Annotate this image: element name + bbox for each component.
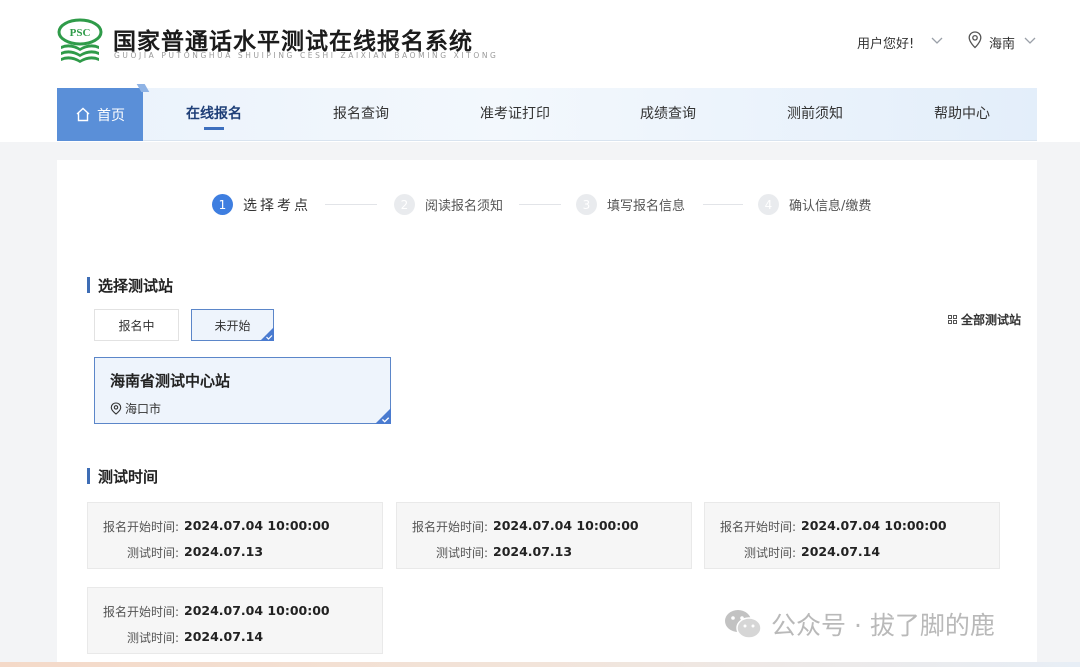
step-number: 2 [394,194,415,215]
step-confirm-pay: 4 确认信息/缴费 [758,194,871,215]
chevron-down-icon[interactable] [1024,37,1036,45]
step-fill-info: 3 填写报名信息 [576,194,685,215]
step-number: 4 [758,194,779,215]
test-date-label: 测试时间: [126,546,179,560]
step-label: 填写报名信息 [607,199,686,214]
test-date-value: 2024.07.14 [801,544,881,559]
chevron-down-icon[interactable] [931,37,943,45]
bottom-strip [0,662,1080,667]
location-pin-icon [110,402,122,415]
station-card[interactable]: 海南省测试中心站 海口市 [94,357,391,424]
step-label: 阅读报名须知 [425,199,504,214]
start-time-value: 2024.07.04 10:00:00 [184,518,330,533]
start-time-value: 2024.07.04 10:00:00 [493,518,639,533]
selected-check-icon [260,327,274,341]
nav-admission-ticket[interactable]: 准考证打印 [479,88,551,141]
region-selector[interactable]: 海南 [989,33,1015,52]
main-nav: 首页 在线报名 报名查询 准考证打印 成绩查询 测前须知 帮助中心 [57,84,1037,141]
session-card[interactable]: 报名开始时间: 2024.07.04 10:00:00 测试时间: 2024.07.… [704,502,1000,569]
start-time-label: 报名开始时间: [102,605,179,619]
test-date-label: 测试时间: [126,631,179,645]
station-city-label: 海口市 [125,402,162,416]
nav-home[interactable]: 首页 [57,88,143,141]
filter-not-started[interactable]: 未开始 [191,309,274,341]
filter-registering[interactable]: 报名中 [94,309,179,341]
step-label: 选择考点 [243,197,311,214]
start-time-label: 报名开始时间: [719,520,796,534]
watermark: 公众号 · 拔了脚的鹿 [723,606,995,642]
wechat-icon [725,610,762,639]
user-menu[interactable]: 用户您好! [857,33,914,52]
step-number: 1 [212,194,233,215]
start-time-label: 报名开始时间: [411,520,488,534]
session-card[interactable]: 报名开始时间: 2024.07.04 10:00:00 测试时间: 2024.07.… [396,502,692,569]
nav-pretest-notice[interactable]: 测前须知 [786,88,844,141]
home-icon [76,107,90,122]
all-stations-link[interactable]: 全部测试站 [948,311,1021,328]
nav-score-query[interactable]: 成绩查询 [639,88,697,141]
nav-home-label: 首页 [97,107,125,124]
svg-text:PSC: PSC [70,27,91,39]
test-date-value: 2024.07.14 [184,629,264,644]
test-date-label: 测试时间: [435,546,488,560]
start-time-value: 2024.07.04 10:00:00 [801,518,947,533]
step-number: 3 [576,194,597,215]
step-select-site: 1 选择考点 [212,194,311,215]
site-subtitle: GUOJIA PUTONGHUA SHUIPING CESHI ZAIXIAN … [114,51,499,60]
station-name: 海南省测试中心站 [110,372,231,390]
step-connector [703,204,743,205]
test-date-value: 2024.07.13 [184,544,264,559]
session-card[interactable]: 报名开始时间: 2024.07.04 10:00:00 测试时间: 2024.07.… [87,502,383,569]
nav-online-registration[interactable]: 在线报名 [185,88,243,141]
filter-label: 未开始 [214,318,251,333]
step-connector [325,204,377,205]
session-card[interactable]: 报名开始时间: 2024.07.04 10:00:00 测试时间: 2024.07.… [87,587,383,654]
step-label: 确认信息/缴费 [789,199,872,214]
test-date-value: 2024.07.13 [493,544,573,559]
step-connector [519,204,561,205]
step-read-notice: 2 阅读报名须知 [394,194,503,215]
nav-registration-query[interactable]: 报名查询 [332,88,390,141]
grid-icon [948,315,957,324]
all-stations-label: 全部测试站 [961,313,1022,327]
section-title-test-time: 测试时间 [87,466,158,487]
watermark-text: 公众号 · 拔了脚的鹿 [771,611,995,640]
nav-active-indicator [204,127,224,130]
test-date-label: 测试时间: [743,546,796,560]
start-time-value: 2024.07.04 10:00:00 [184,603,330,618]
section-title-select-station: 选择测试站 [87,275,173,296]
start-time-label: 报名开始时间: [102,520,179,534]
selected-check-icon [375,408,391,424]
station-city: 海口市 [110,400,161,417]
psc-logo: PSC [57,18,103,63]
location-pin-icon [968,31,982,49]
nav-help-center[interactable]: 帮助中心 [933,88,991,141]
